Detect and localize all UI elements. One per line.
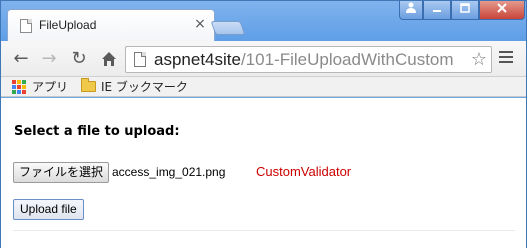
url-text: aspnet4site/101-FileUploadWithCustom (154, 50, 466, 70)
page-content: Select a file to upload: ファイルを選択 access_… (1, 98, 526, 248)
bookmarks-bar: アプリ IE ブックマーク (1, 77, 526, 97)
menu-icon[interactable] (499, 51, 513, 65)
tab-fileupload[interactable]: FileUpload × (7, 9, 215, 41)
browser-toolbar: ← → ↻ aspnet4site/101-FileUploadWithCust… (1, 41, 526, 77)
page-heading: Select a file to upload: (14, 124, 180, 139)
url-path: /101-FileUploadWithCustom (240, 50, 454, 69)
apps-icon (12, 79, 26, 94)
selected-file-name: access_img_021.png (112, 165, 226, 179)
tab-title: FileUpload (39, 18, 97, 32)
star-icon[interactable]: ☆ (471, 49, 487, 71)
user-icon[interactable] (399, 1, 423, 20)
new-tab-button[interactable] (210, 21, 246, 35)
choose-file-button[interactable]: ファイルを選択 (13, 162, 110, 183)
bookmark-apps[interactable]: アプリ (12, 78, 68, 95)
divider (13, 230, 515, 231)
reload-icon[interactable]: ↻ (68, 49, 90, 69)
tab-strip: FileUpload × (1, 1, 526, 41)
page-icon (134, 52, 146, 67)
upload-file-button[interactable]: Upload file (13, 199, 84, 220)
address-bar[interactable]: aspnet4site/101-FileUploadWithCustom ☆ (125, 46, 492, 73)
tab-close-icon[interactable]: × (192, 16, 208, 32)
folder-icon (81, 78, 96, 92)
forward-arrow-icon[interactable]: → (38, 49, 60, 69)
custom-validator-message: CustomValidator (256, 164, 352, 179)
close-icon[interactable] (479, 1, 525, 20)
maximize-icon[interactable] (451, 1, 479, 20)
minimize-icon[interactable] (423, 1, 451, 20)
window-controls (399, 1, 525, 21)
bookmark-apps-label: アプリ (32, 80, 69, 94)
bookmark-folder-ie[interactable]: IE ブックマーク (81, 78, 188, 95)
url-host: aspnet4site (154, 50, 241, 69)
back-arrow-icon[interactable]: ← (10, 49, 32, 69)
browser-window: FileUpload × ← → ↻ aspnet4site/101-FileU… (0, 0, 527, 248)
tab-page-icon (20, 19, 32, 33)
bookmark-folder-label: IE ブックマーク (101, 80, 188, 94)
home-icon[interactable] (98, 49, 120, 69)
